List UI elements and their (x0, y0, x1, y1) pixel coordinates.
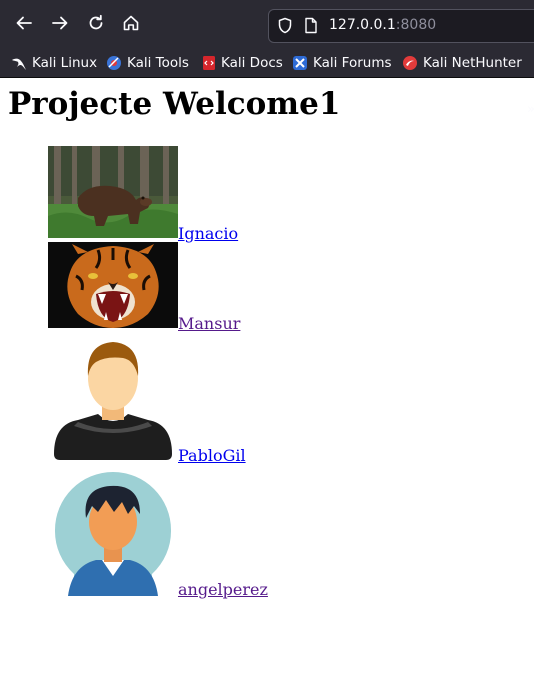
bookmark-kali-nethunter[interactable]: Kali NetHunter (402, 53, 522, 73)
roaring-tiger-image (48, 242, 178, 328)
url-port: :8080 (395, 17, 437, 33)
address-bar[interactable]: 127.0.0.1:8080 (268, 9, 534, 43)
browser-toolbar: 127.0.0.1:8080 (0, 0, 534, 48)
back-arrow-icon (16, 16, 32, 30)
user-link-mansur[interactable]: Mansur (178, 314, 240, 333)
user-link-pablogil[interactable]: PabloGil (178, 446, 246, 465)
bookmark-kali-linux[interactable]: Kali Linux (11, 53, 97, 73)
home-icon (123, 15, 139, 31)
kali-nethunter-icon (403, 56, 417, 70)
page-content: Projecte Welcome1 Ignacio Mansur PabloGi… (0, 78, 534, 677)
bookmarks-bar: Kali Linux Kali Tools Kali Docs Kali For… (0, 48, 534, 117)
bookmark-label: Kali Linux (32, 55, 98, 71)
forward-button[interactable] (45, 8, 75, 38)
bookmark-kali-forums[interactable]: Kali Forums (292, 53, 392, 73)
page-title: Projecte Welcome1 (8, 86, 341, 122)
kali-tools-icon (107, 56, 121, 70)
url-host: 127.0.0.1 (329, 17, 396, 33)
user-link-ignacio[interactable]: Ignacio (178, 224, 238, 243)
home-button[interactable] (116, 8, 146, 38)
kali-docs-icon (203, 56, 215, 70)
male-avatar-image (48, 336, 178, 464)
reload-icon (89, 14, 103, 30)
forward-arrow-icon (52, 16, 68, 30)
reload-button[interactable] (81, 8, 111, 38)
shield-icon[interactable] (277, 17, 293, 34)
page-icon[interactable] (304, 17, 318, 34)
round-avatar-image (48, 470, 178, 598)
kali-forums-icon (293, 56, 307, 70)
back-button[interactable] (9, 8, 39, 38)
bookmark-kali-docs[interactable]: Kali Docs (202, 53, 283, 73)
user-link-angelperez[interactable]: angelperez (178, 580, 268, 599)
url-text: 127.0.0.1:8080 (329, 17, 436, 33)
bookmark-label: Kali NetHunter (423, 55, 522, 71)
bookmark-kali-tools[interactable]: Kali Tools (106, 53, 189, 73)
bookmark-label: Kali Docs (221, 55, 283, 71)
bookmark-label: Kali Forums (313, 55, 392, 71)
bookmark-label: Kali Tools (127, 55, 189, 71)
brown-bear-image (48, 146, 178, 238)
kali-dragon-icon (12, 58, 26, 70)
